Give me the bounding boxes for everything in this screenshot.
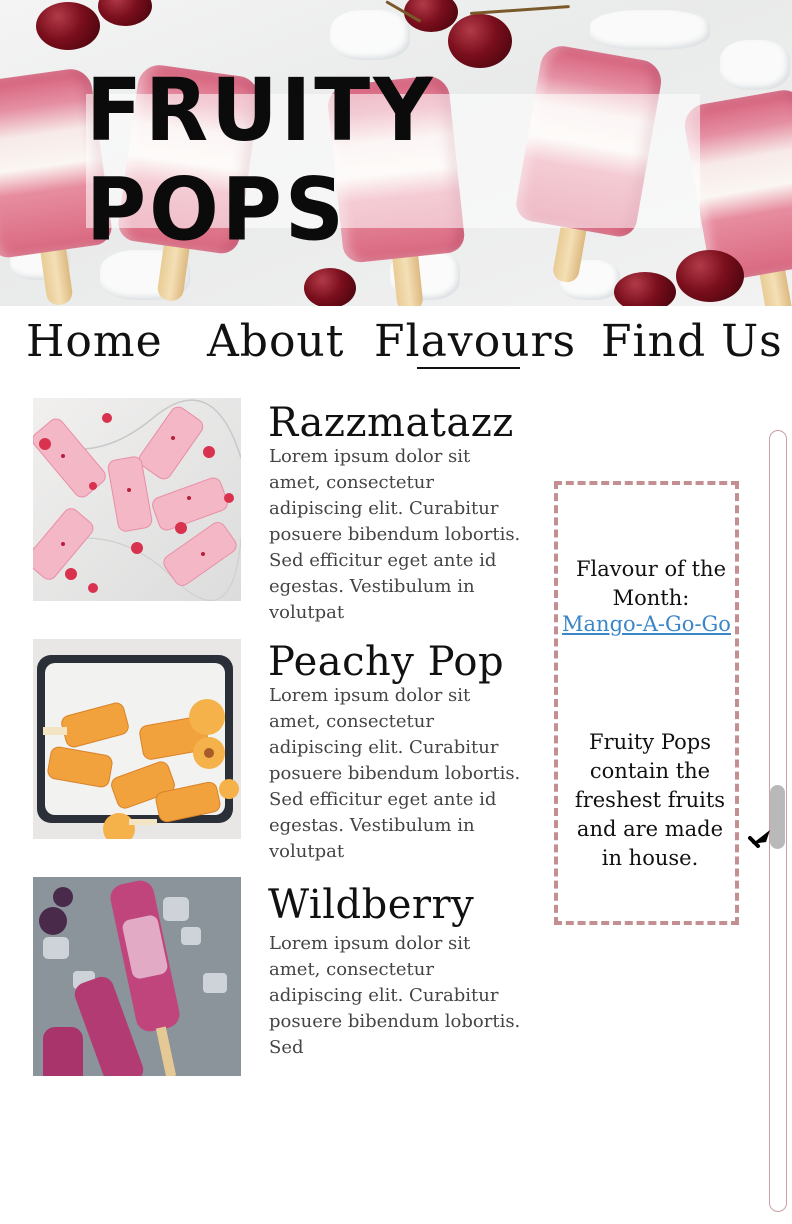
cherry-stem bbox=[469, 5, 570, 15]
site-title: FRUITY POPS bbox=[86, 61, 436, 261]
nav-find-us[interactable]: Find Us bbox=[601, 316, 783, 367]
mouse-cursor-icon bbox=[748, 830, 770, 848]
flavour-of-month-link[interactable]: Mango-A-Go-Go bbox=[554, 612, 739, 636]
flavour-description: Lorem ipsum dolor sit amet, consectetur … bbox=[269, 685, 521, 862]
hero-banner: FRUITY POPS bbox=[0, 0, 792, 306]
wildberry-popsicles-image bbox=[33, 877, 241, 1076]
ice-cube bbox=[330, 10, 410, 60]
flavour-title-razzmatazz: Razzmatazz bbox=[268, 400, 514, 446]
peach-popsicles-image bbox=[33, 639, 241, 839]
flavour-title-peachy-pop: Peachy Pop bbox=[268, 639, 505, 685]
ice-cube bbox=[590, 10, 710, 50]
main-nav: Home About Flavours Find Us bbox=[0, 306, 792, 388]
flavour-title-wildberry: Wildberry bbox=[268, 882, 475, 928]
nav-flavours[interactable]: Flavours bbox=[374, 316, 576, 367]
fresh-fruits-note: Fruity Pops contain the freshest fruits … bbox=[574, 730, 726, 870]
raspberry-popsicles-image bbox=[33, 398, 241, 601]
nav-home[interactable]: Home bbox=[26, 316, 163, 367]
flavour-of-month-box: Flavour of the Month: Mango-A-Go-Go Frui… bbox=[554, 481, 739, 925]
cherry bbox=[614, 272, 676, 306]
cherry bbox=[304, 268, 356, 306]
ice-cube bbox=[720, 40, 790, 90]
cherry bbox=[448, 14, 512, 68]
title-band: FRUITY POPS bbox=[86, 61, 700, 261]
flavour-of-month-label: Flavour of the Month: bbox=[575, 557, 727, 610]
cherry bbox=[98, 0, 152, 26]
cherry bbox=[36, 2, 100, 50]
nav-about[interactable]: About bbox=[207, 316, 344, 367]
nav-active-underline bbox=[417, 367, 520, 369]
flavour-description: Lorem ipsum dolor sit amet, consectetur … bbox=[269, 446, 521, 623]
flavour-description: Lorem ipsum dolor sit amet, consectetur … bbox=[269, 933, 521, 1058]
